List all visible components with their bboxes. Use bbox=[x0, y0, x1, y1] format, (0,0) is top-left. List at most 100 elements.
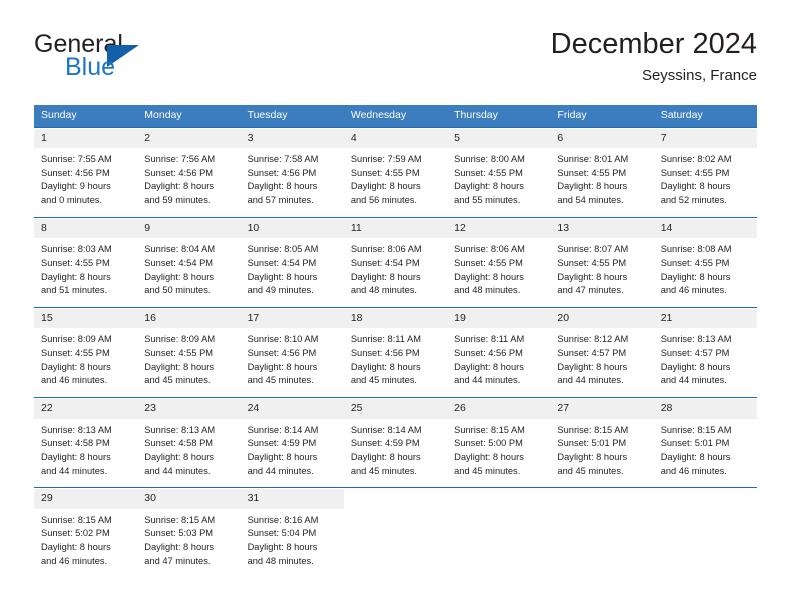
daylight-text-1: Daylight: 8 hours bbox=[247, 181, 318, 192]
day-cell[interactable]: Sunrise: 8:11 AM Sunset: 4:56 PM Dayligh… bbox=[343, 328, 448, 398]
day-cell[interactable]: Sunrise: 8:15 AM Sunset: 5:01 PM Dayligh… bbox=[550, 418, 654, 488]
day-number[interactable]: 19 bbox=[447, 308, 551, 329]
daylight-text-2: and 46 minutes. bbox=[660, 285, 727, 296]
day-number[interactable]: 9 bbox=[137, 218, 241, 239]
day-cell[interactable]: Sunrise: 8:06 AM Sunset: 4:54 PM Dayligh… bbox=[343, 238, 448, 308]
calendar-page: General Blue December 2024 Seyssins, Fra… bbox=[0, 0, 792, 612]
sunset-text: Sunset: 4:55 PM bbox=[41, 348, 110, 359]
day-cell[interactable]: Sunrise: 8:10 AM Sunset: 4:56 PM Dayligh… bbox=[240, 328, 344, 398]
daylight-text-1: Daylight: 8 hours bbox=[247, 361, 318, 372]
day-number[interactable]: 12 bbox=[447, 218, 551, 239]
day-cell[interactable]: Sunrise: 8:15 AM Sunset: 5:00 PM Dayligh… bbox=[447, 418, 551, 488]
sunrise-text: Sunrise: 8:15 AM bbox=[557, 424, 629, 435]
day-number[interactable]: 15 bbox=[34, 308, 138, 329]
daylight-text-1: Daylight: 8 hours bbox=[41, 451, 111, 462]
sunset-text: Sunset: 4:54 PM bbox=[247, 257, 317, 268]
day-cell[interactable]: Sunrise: 8:15 AM Sunset: 5:01 PM Dayligh… bbox=[653, 418, 757, 488]
day-cell[interactable]: Sunrise: 8:09 AM Sunset: 4:55 PM Dayligh… bbox=[137, 328, 241, 398]
day-cell[interactable]: Sunrise: 8:13 AM Sunset: 4:57 PM Dayligh… bbox=[653, 328, 757, 398]
day-cell[interactable]: Sunrise: 8:14 AM Sunset: 4:59 PM Dayligh… bbox=[240, 418, 344, 488]
sunrise-text: Sunrise: 8:00 AM bbox=[454, 154, 525, 165]
daylight-text-2: and 45 minutes. bbox=[144, 375, 211, 386]
day-cell[interactable]: Sunrise: 8:13 AM Sunset: 4:58 PM Dayligh… bbox=[34, 418, 138, 488]
week-5-info-row: Sunrise: 8:15 AM Sunset: 5:02 PM Dayligh… bbox=[34, 508, 757, 578]
daylight-text-1: Daylight: 8 hours bbox=[247, 542, 318, 553]
sunrise-text: Sunrise: 8:13 AM bbox=[41, 424, 112, 435]
daylight-text-1: Daylight: 8 hours bbox=[41, 542, 111, 553]
daylight-text-2: and 52 minutes. bbox=[660, 195, 727, 206]
daylight-text-1: Daylight: 8 hours bbox=[454, 361, 524, 372]
day-cell[interactable]: Sunrise: 8:14 AM Sunset: 4:59 PM Dayligh… bbox=[343, 418, 448, 488]
day-cell[interactable]: Sunrise: 8:09 AM Sunset: 4:55 PM Dayligh… bbox=[34, 328, 138, 398]
day-cell[interactable]: Sunrise: 8:01 AM Sunset: 4:55 PM Dayligh… bbox=[550, 148, 654, 218]
daylight-text-1: Daylight: 9 hours bbox=[41, 181, 111, 192]
sunset-text: Sunset: 4:55 PM bbox=[350, 167, 420, 178]
day-cell[interactable]: Sunrise: 8:11 AM Sunset: 4:56 PM Dayligh… bbox=[447, 328, 551, 398]
day-number[interactable]: 26 bbox=[447, 399, 551, 419]
day-number[interactable]: 22 bbox=[34, 399, 138, 419]
day-number[interactable]: 23 bbox=[137, 399, 241, 419]
day-number[interactable]: 4 bbox=[343, 128, 448, 149]
daylight-text-2: and 51 minutes. bbox=[41, 285, 108, 296]
week-1-info-row: Sunrise: 7:55 AM Sunset: 4:56 PM Dayligh… bbox=[34, 148, 757, 218]
daylight-text-1: Daylight: 8 hours bbox=[660, 451, 731, 462]
day-cell[interactable]: Sunrise: 8:15 AM Sunset: 5:02 PM Dayligh… bbox=[34, 508, 138, 578]
day-cell[interactable]: Sunrise: 7:56 AM Sunset: 4:56 PM Dayligh… bbox=[137, 148, 241, 218]
day-number[interactable]: 13 bbox=[550, 218, 654, 239]
day-number[interactable]: 17 bbox=[240, 308, 344, 329]
day-cell[interactable]: Sunrise: 8:16 AM Sunset: 5:04 PM Dayligh… bbox=[240, 508, 344, 578]
page-subtitle: Seyssins, France bbox=[641, 67, 757, 85]
day-cell[interactable]: Sunrise: 8:12 AM Sunset: 4:57 PM Dayligh… bbox=[550, 328, 654, 398]
day-cell-empty bbox=[550, 489, 654, 509]
day-cell[interactable]: Sunrise: 8:13 AM Sunset: 4:58 PM Dayligh… bbox=[137, 418, 241, 488]
day-number[interactable]: 20 bbox=[550, 308, 654, 329]
day-cell[interactable]: Sunrise: 8:00 AM Sunset: 4:55 PM Dayligh… bbox=[447, 148, 551, 218]
day-number[interactable]: 14 bbox=[653, 218, 757, 239]
daylight-text-2: and 46 minutes. bbox=[41, 555, 108, 566]
day-number[interactable]: 7 bbox=[653, 128, 757, 149]
day-cell[interactable]: Sunrise: 8:08 AM Sunset: 4:55 PM Dayligh… bbox=[653, 238, 757, 308]
day-number[interactable]: 28 bbox=[653, 399, 757, 419]
day-cell[interactable]: Sunrise: 8:15 AM Sunset: 5:03 PM Dayligh… bbox=[137, 508, 241, 578]
day-number[interactable]: 3 bbox=[240, 128, 344, 149]
title-block: December 2024 Seyssins, France bbox=[551, 28, 757, 85]
day-number[interactable]: 11 bbox=[343, 218, 448, 239]
sunset-text: Sunset: 5:04 PM bbox=[247, 528, 317, 539]
day-cell[interactable]: Sunrise: 8:03 AM Sunset: 4:55 PM Dayligh… bbox=[34, 238, 138, 308]
sunrise-text: Sunrise: 8:15 AM bbox=[144, 514, 216, 525]
day-cell[interactable]: Sunrise: 7:55 AM Sunset: 4:56 PM Dayligh… bbox=[34, 148, 138, 218]
brand-logo[interactable]: General Blue bbox=[34, 32, 244, 90]
sunrise-text: Sunrise: 8:10 AM bbox=[247, 334, 319, 345]
day-cell[interactable]: Sunrise: 8:04 AM Sunset: 4:54 PM Dayligh… bbox=[137, 238, 241, 308]
day-number[interactable]: 18 bbox=[343, 308, 448, 329]
day-number[interactable]: 5 bbox=[447, 128, 551, 149]
day-cell[interactable]: Sunrise: 7:58 AM Sunset: 4:56 PM Dayligh… bbox=[240, 148, 344, 218]
day-number[interactable]: 2 bbox=[137, 128, 241, 149]
day-number[interactable]: 6 bbox=[550, 128, 654, 149]
day-cell[interactable]: Sunrise: 8:02 AM Sunset: 4:55 PM Dayligh… bbox=[653, 148, 757, 218]
day-number[interactable]: 21 bbox=[653, 308, 757, 329]
day-number[interactable]: 30 bbox=[137, 489, 241, 509]
day-number[interactable]: 1 bbox=[34, 128, 138, 149]
day-number[interactable]: 16 bbox=[137, 308, 241, 329]
day-cell[interactable]: Sunrise: 8:05 AM Sunset: 4:54 PM Dayligh… bbox=[240, 238, 344, 308]
daylight-text-1: Daylight: 8 hours bbox=[350, 361, 421, 372]
weekday-header-sunday: Sunday bbox=[34, 105, 138, 128]
day-number[interactable]: 10 bbox=[240, 218, 344, 239]
day-number[interactable]: 31 bbox=[240, 489, 344, 509]
daylight-text-1: Daylight: 8 hours bbox=[350, 181, 421, 192]
day-number[interactable]: 24 bbox=[240, 399, 344, 419]
daylight-text-2: and 45 minutes. bbox=[350, 465, 417, 476]
day-number[interactable]: 27 bbox=[550, 399, 654, 419]
day-number[interactable]: 29 bbox=[34, 489, 138, 509]
daylight-text-1: Daylight: 8 hours bbox=[144, 271, 215, 282]
sunset-text: Sunset: 4:59 PM bbox=[247, 438, 317, 449]
day-cell[interactable]: Sunrise: 7:59 AM Sunset: 4:55 PM Dayligh… bbox=[343, 148, 448, 218]
day-number[interactable]: 8 bbox=[34, 218, 138, 239]
day-cell[interactable]: Sunrise: 8:07 AM Sunset: 4:55 PM Dayligh… bbox=[550, 238, 654, 308]
day-cell[interactable]: Sunrise: 8:06 AM Sunset: 4:55 PM Dayligh… bbox=[447, 238, 551, 308]
day-number[interactable]: 25 bbox=[343, 399, 448, 419]
sunrise-text: Sunrise: 7:56 AM bbox=[144, 154, 216, 165]
daylight-text-1: Daylight: 8 hours bbox=[247, 451, 318, 462]
daylight-text-2: and 59 minutes. bbox=[144, 195, 211, 206]
